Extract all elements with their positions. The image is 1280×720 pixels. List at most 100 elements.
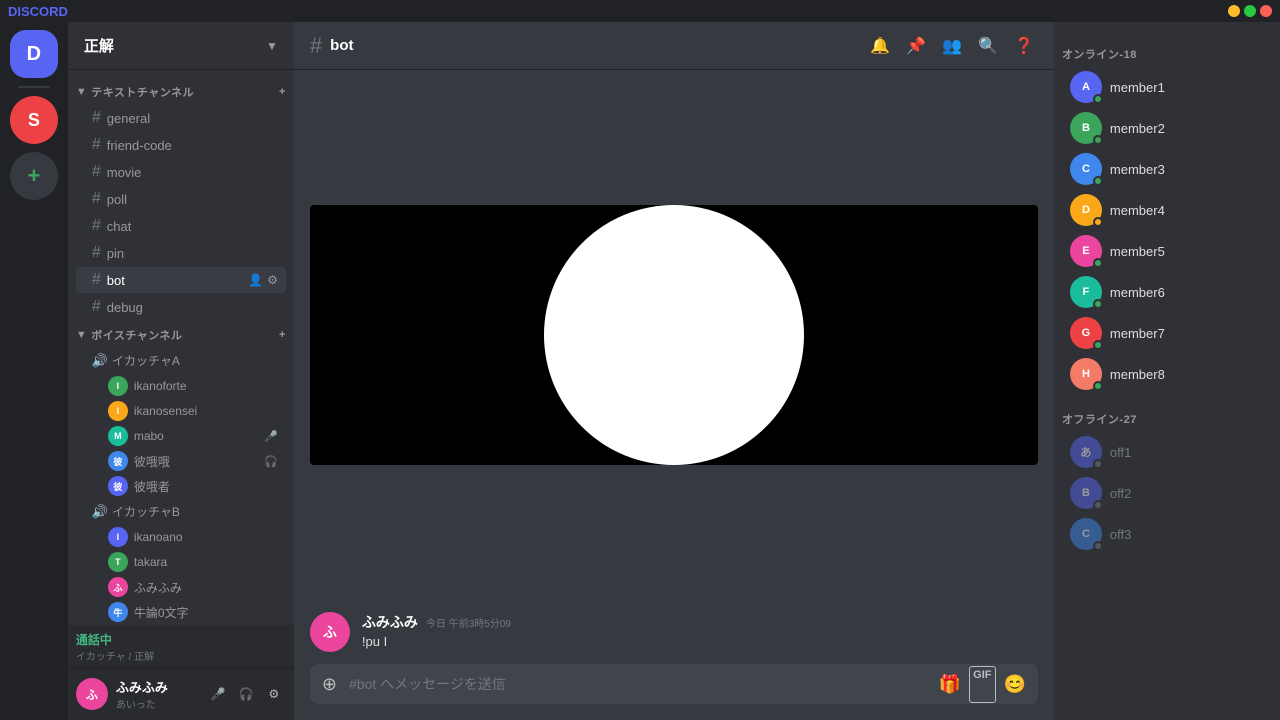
channel-item-general[interactable]: # general: [76, 105, 286, 131]
pin-icon[interactable]: 📌: [902, 32, 930, 60]
voice-user-ikanoforte[interactable]: I ikanoforte: [76, 374, 286, 398]
channel-item-chat[interactable]: # chat: [76, 213, 286, 239]
message-header: ふみふみ 今日 午前3時5分09: [362, 612, 1038, 632]
member-name: member6: [1110, 285, 1165, 300]
search-icon[interactable]: 🔍: [974, 32, 1002, 60]
text-channels-label: テキストチャンネル: [91, 84, 194, 100]
add-voice-channel-icon[interactable]: +: [279, 329, 286, 341]
settings-button[interactable]: ⚙: [262, 682, 286, 706]
speaker-icon-b: 🔊: [92, 504, 108, 520]
status-dot: [1093, 258, 1103, 268]
member-item[interactable]: H member8: [1062, 354, 1272, 394]
message-input-box: ⊕ 🎁 GIF 😊: [310, 664, 1038, 704]
message-input[interactable]: [349, 664, 927, 704]
member-item[interactable]: D member4: [1062, 190, 1272, 230]
member-item[interactable]: F member6: [1062, 272, 1272, 312]
mic-button[interactable]: 🎤: [206, 682, 230, 706]
voice-channels-category[interactable]: ▼ ボイスチャンネル +: [68, 321, 294, 347]
message-body: ふみふみ 今日 午前3時5分09 !pu I: [362, 612, 1038, 652]
channel-name: general: [107, 111, 150, 126]
voice-user-ikanosensei[interactable]: I ikanosensei: [76, 399, 286, 423]
channel-item-movie[interactable]: # movie: [76, 159, 286, 185]
server-icon-add[interactable]: +: [10, 152, 58, 200]
member-name: member5: [1110, 244, 1165, 259]
member-item-offline[interactable]: C off3: [1062, 514, 1272, 554]
close-button[interactable]: [1260, 5, 1272, 17]
channel-settings-icon[interactable]: ⚙: [267, 273, 278, 287]
voice-user-avatar: 彼: [108, 476, 128, 496]
notification-icon[interactable]: 🔔: [866, 32, 894, 60]
member-initial: C: [1082, 163, 1090, 175]
server-menu-icon: ▼: [266, 39, 278, 53]
gif-icon[interactable]: GIF: [969, 666, 995, 703]
channel-item-friend-code[interactable]: # friend-code: [76, 132, 286, 158]
channel-add-member-icon[interactable]: 👤: [248, 273, 263, 287]
voice-user-mabo[interactable]: M mabo 🎤: [76, 424, 286, 448]
channel-name: movie: [107, 165, 142, 180]
maximize-button[interactable]: [1244, 5, 1256, 17]
channel-item-bot[interactable]: # bot 👤 ⚙: [76, 267, 286, 293]
server-list: D S +: [0, 22, 68, 720]
muted-mic-icon: 🎤: [264, 430, 278, 443]
messages-list: ふ ふみふみ 今日 午前3時5分09 !pu I: [294, 600, 1054, 664]
voice-user-ushiron[interactable]: 牛 牛論0文字: [76, 600, 286, 624]
channel-header-name: bot: [330, 37, 353, 54]
voice-username: ikanoforte: [134, 379, 278, 393]
help-icon[interactable]: ❓: [1010, 32, 1038, 60]
member-item[interactable]: G member7: [1062, 313, 1272, 353]
channel-item-poll[interactable]: # poll: [76, 186, 286, 212]
channel-name: pin: [107, 246, 124, 261]
chevron-down-icon-voice: ▼: [76, 329, 87, 341]
sidebar-header[interactable]: 正解 ▼: [68, 22, 294, 70]
voice-channel-ikaccha-a[interactable]: 🔊 イカッチャA: [76, 348, 286, 373]
voice-user-avatar: I: [108, 401, 128, 421]
voice-user-fumifumi[interactable]: ふ ふみふみ: [76, 575, 286, 599]
member-initial: G: [1082, 327, 1091, 339]
member-item[interactable]: C member3: [1062, 149, 1272, 189]
message-timestamp: 今日 午前3時5分09: [426, 615, 511, 630]
member-avatar: A: [1070, 71, 1102, 103]
emoji-icon[interactable]: 😊: [1000, 666, 1030, 703]
server-icon-1[interactable]: S: [10, 96, 58, 144]
deafened-icon: 🎧: [264, 455, 278, 468]
member-name: member1: [1110, 80, 1165, 95]
add-channel-icon[interactable]: +: [279, 86, 286, 98]
voice-user-1[interactable]: 彼 彼哦哦 🎧: [76, 449, 286, 473]
member-avatar: B: [1070, 112, 1102, 144]
voice-username: 牛論0文字: [134, 604, 278, 621]
minimize-button[interactable]: [1228, 5, 1240, 17]
text-channels-category[interactable]: ▼ テキストチャンネル +: [68, 78, 294, 104]
voice-user-avatar: M: [108, 426, 128, 446]
members-icon[interactable]: 👥: [938, 32, 966, 60]
hash-icon: #: [92, 298, 101, 316]
channel-name: debug: [107, 300, 143, 315]
voice-channel-ikaccha-b[interactable]: 🔊 イカッチャB: [76, 499, 286, 524]
member-item[interactable]: B member2: [1062, 108, 1272, 148]
member-item-offline[interactable]: あ off1: [1062, 432, 1272, 472]
voice-user-takara[interactable]: T takara: [76, 550, 286, 574]
white-circle-image: [544, 205, 804, 465]
image-embed: [294, 70, 1054, 600]
channel-item-pin[interactable]: # pin: [76, 240, 286, 266]
member-avatar: E: [1070, 235, 1102, 267]
voice-username: ikanosensei: [134, 404, 278, 418]
voice-user-2[interactable]: 彼 彼哦者: [76, 474, 286, 498]
voice-username: mabo: [134, 429, 258, 443]
voice-channel-label: イカッチャB: [112, 503, 180, 520]
app-logo: DISCORD: [8, 4, 68, 19]
headphones-button[interactable]: 🎧: [234, 682, 258, 706]
server-icon-main[interactable]: D: [10, 30, 58, 78]
attachment-icon[interactable]: ⊕: [318, 666, 341, 703]
channel-item-debug[interactable]: # debug: [76, 294, 286, 320]
status-dot: [1093, 176, 1103, 186]
hash-icon: #: [92, 109, 101, 127]
gift-icon[interactable]: 🎁: [935, 666, 965, 703]
member-item[interactable]: E member5: [1062, 231, 1272, 271]
member-item[interactable]: A member1: [1062, 67, 1272, 107]
member-avatar: D: [1070, 194, 1102, 226]
voice-user-avatar: T: [108, 552, 128, 572]
voice-user-ikanoano[interactable]: I ikanoano: [76, 525, 286, 549]
member-item-offline[interactable]: B off2: [1062, 473, 1272, 513]
username-display: ふみふみ: [116, 677, 198, 696]
status-dot: [1093, 500, 1103, 510]
